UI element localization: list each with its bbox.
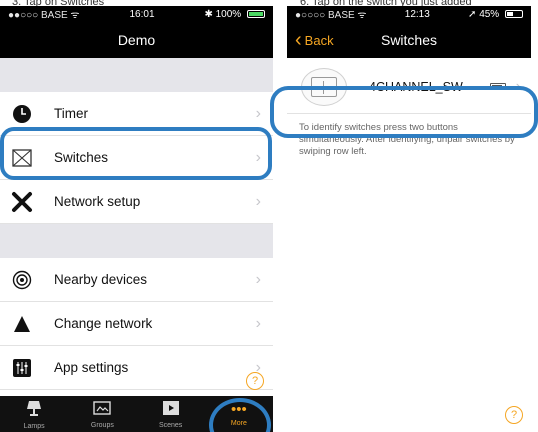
status-time: 12:13 — [404, 8, 430, 20]
switch-device-row[interactable]: 4CHANNEL_SW › — [287, 60, 531, 114]
page-title: Demo — [117, 32, 156, 48]
left-phone-screen: ●●○○○ BASE ᯤ 16:01 ✱ 100% Demo Timer › S… — [0, 6, 273, 432]
tab-bar: Lamps Groups Scenes ••• More — [0, 396, 273, 432]
battery-percent: 100% — [215, 8, 242, 20]
menu-item-label: Switches — [54, 150, 109, 165]
device-name: 4CHANNEL_SW — [369, 79, 463, 94]
tab-label: Groups — [90, 421, 114, 429]
tab-label: More — [230, 420, 247, 427]
menu-item-app-settings[interactable]: App settings › — [0, 346, 273, 390]
menu-item-label: App settings — [54, 360, 129, 375]
bluetooth-icon: ✱ — [204, 8, 216, 20]
chevron-right-icon: › — [255, 314, 261, 332]
groups-icon — [77, 400, 127, 421]
device-battery-icon — [489, 83, 506, 90]
chevron-right-icon: › — [515, 77, 521, 95]
menu-item-label: Timer — [54, 106, 88, 121]
network-icon — [10, 312, 34, 336]
nav-bar: ‹ Back Switches — [287, 22, 531, 58]
switch-icon — [10, 146, 34, 170]
tab-more[interactable]: ••• More — [214, 401, 264, 427]
status-time: 16:01 — [129, 8, 155, 20]
menu-item-timer[interactable]: Timer › — [0, 92, 273, 136]
page-title: Switches — [380, 32, 438, 48]
carrier-label: ●●○○○ BASE ᯤ — [8, 10, 80, 21]
carrier-label: ●○○○○ BASE ᯤ — [295, 10, 367, 21]
help-icon[interactable]: ? — [246, 372, 264, 390]
sliders-icon — [10, 356, 34, 380]
back-label: Back — [304, 32, 334, 48]
clock-icon — [10, 102, 34, 126]
tools-icon — [10, 190, 34, 214]
scenes-icon — [146, 400, 196, 421]
location-icon: ➚ — [468, 8, 480, 20]
help-icon[interactable]: ? — [505, 406, 523, 424]
menu-item-network-setup[interactable]: Network setup › — [0, 180, 273, 224]
section-separator — [0, 58, 273, 92]
tab-lamps[interactable]: Lamps — [9, 399, 59, 430]
nav-bar: Demo — [0, 22, 273, 58]
menu-item-nearby-devices[interactable]: Nearby devices › — [0, 258, 273, 302]
chevron-right-icon: › — [255, 104, 261, 122]
radar-icon — [10, 268, 34, 292]
chevron-right-icon: › — [255, 192, 261, 210]
menu-item-label: Nearby devices — [54, 272, 148, 287]
menu-item-label: Network setup — [54, 194, 141, 209]
battery-icon — [246, 9, 265, 18]
status-bar: ●○○○○ BASE ᯤ 12:13 ➚ 45% — [287, 6, 531, 22]
battery-icon — [504, 9, 523, 18]
menu-item-change-network[interactable]: Change network › — [0, 302, 273, 346]
lamp-icon — [9, 399, 59, 422]
chevron-left-icon: ‹ — [295, 29, 302, 51]
chevron-right-icon: › — [255, 148, 261, 166]
battery-percent: 45% — [479, 8, 500, 20]
status-bar: ●●○○○ BASE ᯤ 16:01 ✱ 100% — [0, 6, 273, 22]
tab-label: Lamps — [23, 422, 45, 430]
battery-status: ➚ 45% — [468, 9, 523, 20]
more-icon: ••• — [230, 401, 247, 418]
tab-groups[interactable]: Groups — [77, 400, 127, 429]
tab-label: Scenes — [158, 421, 183, 429]
menu-item-switches[interactable]: Switches › — [0, 136, 273, 180]
section-separator — [0, 224, 273, 258]
identify-instructions: To identify switches press two buttons s… — [299, 122, 515, 157]
menu-item-label: Change network — [54, 316, 153, 331]
battery-status: ✱ 100% — [204, 9, 265, 20]
chevron-right-icon: › — [255, 270, 261, 288]
back-button[interactable]: ‹ Back — [295, 22, 334, 58]
right-phone-screen: ●○○○○ BASE ᯤ 12:13 ➚ 45% ‹ Back Switches… — [287, 6, 531, 432]
tab-scenes[interactable]: Scenes — [146, 400, 196, 429]
switch-thumbnail — [301, 67, 347, 106]
